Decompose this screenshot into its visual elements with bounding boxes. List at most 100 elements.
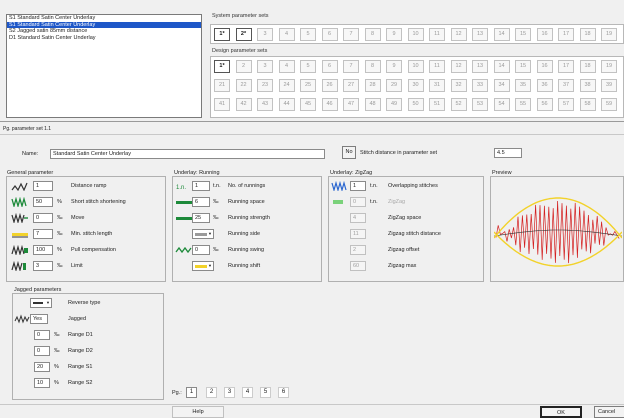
system-set-button[interactable]: 6 xyxy=(321,28,338,41)
system-set-button[interactable]: 11 xyxy=(429,28,445,41)
system-set-button[interactable]: 7 xyxy=(343,28,359,41)
design-set-button[interactable]: 51 xyxy=(429,98,445,111)
design-set-button[interactable]: 41 xyxy=(214,98,230,111)
design-set-button[interactable]: 2 xyxy=(235,60,252,73)
design-set-button[interactable]: 39 xyxy=(601,79,617,92)
design-set-button[interactable]: 4 xyxy=(278,60,295,73)
design-set-button[interactable]: 29 xyxy=(386,79,402,92)
jagged-field[interactable]: Yes xyxy=(30,314,48,324)
list-item[interactable]: D1 Standard Satin Center Underlay xyxy=(7,35,201,42)
design-set-button[interactable]: 25 xyxy=(300,79,316,92)
system-set-button[interactable]: 14 xyxy=(493,28,510,41)
page-button[interactable]: 6 xyxy=(278,387,289,398)
design-set-button[interactable]: 48 xyxy=(364,98,381,111)
system-set-button[interactable]: 16 xyxy=(536,28,553,41)
stitch-distance-field[interactable]: 4.5 xyxy=(494,148,522,158)
param-value-field[interactable]: 2 xyxy=(350,245,366,255)
system-set-button[interactable]: 3 xyxy=(257,28,273,41)
design-set-button[interactable]: 47 xyxy=(343,98,359,111)
param-value-field[interactable]: 0 xyxy=(350,197,366,207)
pattern-list[interactable]: S1 Standard Satin Center Underlay S1 Sta… xyxy=(6,14,202,118)
design-set-button[interactable]: 8 xyxy=(364,60,381,73)
design-set-button[interactable]: 1* xyxy=(214,60,230,73)
design-set-button[interactable]: 46 xyxy=(321,98,338,111)
design-set-button[interactable]: 42 xyxy=(235,98,252,111)
running-select[interactable]: ▼ xyxy=(192,261,214,271)
design-set-button[interactable]: 27 xyxy=(343,79,359,92)
page-button[interactable]: 3 xyxy=(224,387,235,398)
param-value-field[interactable]: 20 xyxy=(34,362,50,372)
design-set-button[interactable]: 18 xyxy=(579,60,596,73)
param-value-field[interactable]: 0 xyxy=(33,213,53,223)
design-set-button[interactable]: 13 xyxy=(472,60,488,73)
design-set-button[interactable]: 22 xyxy=(235,79,252,92)
design-set-button[interactable]: 44 xyxy=(278,98,295,111)
design-set-button[interactable]: 45 xyxy=(300,98,316,111)
design-set-button[interactable]: 15 xyxy=(515,60,531,73)
design-set-button[interactable]: 11 xyxy=(429,60,445,73)
param-value-field[interactable]: 0 xyxy=(34,346,50,356)
design-set-button[interactable]: 52 xyxy=(450,98,467,111)
no-button[interactable]: No xyxy=(342,146,356,159)
design-set-button[interactable]: 30 xyxy=(407,79,424,92)
design-set-button[interactable]: 6 xyxy=(321,60,338,73)
design-set-button[interactable]: 59 xyxy=(601,98,617,111)
design-set-button[interactable]: 14 xyxy=(493,60,510,73)
system-set-button[interactable]: 15 xyxy=(515,28,531,41)
system-set-button[interactable]: 10 xyxy=(407,28,424,41)
param-value-field[interactable]: 0 xyxy=(34,330,50,340)
system-set-button[interactable]: 17 xyxy=(558,28,574,41)
param-value-field[interactable]: 25 xyxy=(192,213,210,223)
param-value-field[interactable]: 7 xyxy=(33,229,53,239)
page-button[interactable]: 1 xyxy=(186,387,197,398)
cancel-button[interactable]: Cancel xyxy=(594,406,624,418)
system-set-button[interactable]: 19 xyxy=(601,28,617,41)
design-set-button[interactable]: 7 xyxy=(343,60,359,73)
design-set-button[interactable]: 35 xyxy=(515,79,531,92)
design-set-button[interactable]: 21 xyxy=(214,79,230,92)
design-set-button[interactable]: 31 xyxy=(429,79,445,92)
design-set-button[interactable]: 23 xyxy=(257,79,273,92)
design-set-button[interactable]: 12 xyxy=(450,60,467,73)
design-set-button[interactable]: 3 xyxy=(257,60,273,73)
design-set-button[interactable]: 26 xyxy=(321,79,338,92)
system-set-button[interactable]: 8 xyxy=(364,28,381,41)
param-value-field[interactable]: 1 xyxy=(350,181,366,191)
system-set-button[interactable]: 18 xyxy=(579,28,596,41)
param-value-field[interactable]: 50 xyxy=(33,197,53,207)
design-set-button[interactable]: 5 xyxy=(300,60,316,73)
page-button[interactable]: 5 xyxy=(260,387,271,398)
design-set-button[interactable]: 53 xyxy=(472,98,488,111)
system-set-button[interactable]: 2* xyxy=(235,28,252,41)
reverse-type-select[interactable]: ▼ xyxy=(30,298,52,308)
design-set-button[interactable]: 55 xyxy=(515,98,531,111)
param-value-field[interactable]: 1 xyxy=(192,181,210,191)
system-set-button[interactable]: 4 xyxy=(278,28,295,41)
param-value-field[interactable]: 10 xyxy=(34,378,50,388)
design-set-button[interactable]: 50 xyxy=(407,98,424,111)
param-value-field[interactable]: 1 xyxy=(33,181,53,191)
page-button[interactable]: 2 xyxy=(206,387,217,398)
design-set-button[interactable]: 36 xyxy=(536,79,553,92)
design-set-button[interactable]: 49 xyxy=(386,98,402,111)
design-set-button[interactable]: 58 xyxy=(579,98,596,111)
name-field[interactable]: Standard Satin Center Underlay xyxy=(50,149,325,159)
design-set-button[interactable]: 19 xyxy=(601,60,617,73)
page-button[interactable]: 4 xyxy=(242,387,253,398)
design-set-button[interactable]: 37 xyxy=(558,79,574,92)
design-set-button[interactable]: 34 xyxy=(493,79,510,92)
running-select[interactable]: ▼ xyxy=(192,229,214,239)
param-value-field[interactable]: 60 xyxy=(350,261,366,271)
param-value-field[interactable]: 3 xyxy=(33,261,53,271)
design-set-button[interactable]: 33 xyxy=(472,79,488,92)
param-value-field[interactable]: 6 xyxy=(192,197,210,207)
design-set-button[interactable]: 17 xyxy=(558,60,574,73)
design-set-button[interactable]: 32 xyxy=(450,79,467,92)
help-button[interactable]: Help xyxy=(172,406,224,418)
system-set-button[interactable]: 12 xyxy=(450,28,467,41)
design-set-button[interactable]: 16 xyxy=(536,60,553,73)
param-value-field[interactable]: 100 xyxy=(33,245,53,255)
param-value-field[interactable]: 0 xyxy=(192,245,210,255)
design-set-button[interactable]: 10 xyxy=(407,60,424,73)
system-set-button[interactable]: 13 xyxy=(472,28,488,41)
